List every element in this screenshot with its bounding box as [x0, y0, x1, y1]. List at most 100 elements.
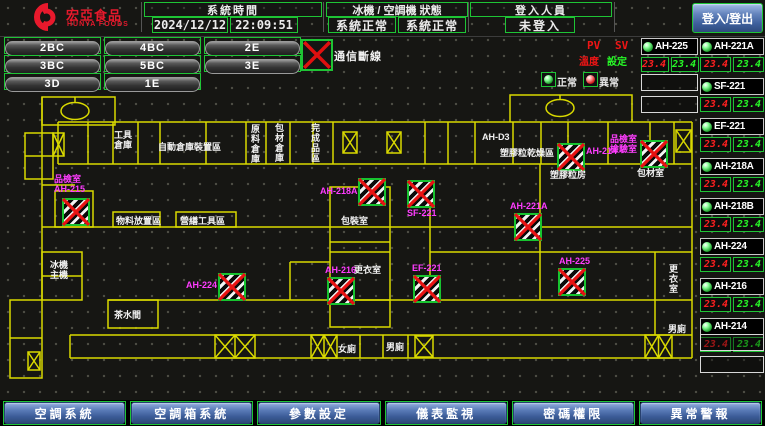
equipment-icon-comm-loss[interactable] — [327, 277, 355, 305]
plan-label: 完成品區 — [310, 123, 319, 163]
floor-buttons: 2BC 4BC 2E 3BC 5BC 3E 3D — [4, 37, 301, 90]
unit-name: AH-216 — [714, 281, 747, 292]
unit-row: AH-218A 23.4 23.4 — [700, 158, 764, 192]
unit-name: AH-221A — [714, 41, 754, 52]
plan-label: 更衣室 — [354, 265, 381, 275]
divider — [468, 2, 469, 32]
unit-row: AH-216 23.4 23.4 — [700, 278, 764, 312]
floor-button[interactable]: 3E — [205, 59, 300, 74]
unit-row: EF-221 23.4 23.4 — [700, 118, 764, 152]
comm-loss-x-icon — [412, 274, 442, 304]
unit-button[interactable]: AH-214 — [700, 318, 764, 335]
unit-pv-value: 23.4 — [700, 257, 731, 272]
plan-label: 物料放置區 — [116, 216, 161, 226]
unit-pv-value: 23.4 — [641, 57, 669, 72]
floor-button[interactable]: 2BC — [5, 41, 100, 56]
bottom-nav: 空調系統 空調箱系統 參數設定 儀表監視 密碼權限 異常警報 — [0, 400, 765, 426]
divider — [323, 2, 324, 32]
equipment-icon-comm-loss[interactable] — [413, 275, 441, 303]
nav-button[interactable]: 空調系統 — [4, 402, 125, 424]
nav-button[interactable]: 密碼權限 — [513, 402, 634, 424]
unit-column-right: AH-221A 23.4 23.4 SF-221 23.4 23.4 — [700, 38, 764, 358]
unit-button[interactable]: AH-216 — [700, 278, 764, 295]
plan-label: AH-D3 — [482, 132, 510, 142]
plan-label: 包材倉庫 — [274, 123, 283, 163]
unit-pv-value: 23.4 — [700, 97, 731, 112]
unit-name: SF-221 — [714, 81, 745, 92]
equipment-icon-comm-loss[interactable] — [62, 198, 90, 226]
unit-status-led-icon — [702, 42, 712, 52]
chiller-status-value: 系統正常 — [328, 17, 396, 33]
floor-button[interactable]: 5BC — [105, 59, 200, 74]
plan-label: 品檢室 AH-215 — [54, 174, 85, 194]
equipment-icon-comm-loss[interactable] — [358, 178, 386, 206]
nav-button[interactable]: 儀表監視 — [386, 402, 507, 424]
comm-loss-x-icon — [639, 139, 669, 169]
empty-slots-right — [700, 334, 764, 378]
hunya-logo-icon — [26, 2, 62, 37]
normal-legend-label: 正常 — [557, 74, 577, 89]
plan-label: SF-221 — [407, 208, 437, 218]
plan-label: 男廁 — [668, 324, 686, 334]
unit-row: SF-221 23.4 23.4 — [700, 78, 764, 112]
floor-button[interactable]: 3BC — [5, 59, 100, 74]
plan-label: 塑膠粒房 — [550, 170, 586, 180]
system-time-value: 22:09:51 — [230, 17, 298, 33]
unit-pv-value: 23.4 — [700, 297, 731, 312]
unit-status-led-icon — [702, 322, 712, 332]
plan-label: 冰機 主機 — [50, 260, 68, 280]
plan-label: AH-225 — [559, 256, 590, 266]
equipment-icon-comm-loss[interactable] — [218, 273, 246, 301]
unit-status-led-icon — [702, 202, 712, 212]
comm-loss-legend-label: 通信斷線 — [334, 48, 382, 64]
system-time-header: 系統時間 — [144, 2, 322, 17]
equipment-icon-comm-loss[interactable] — [640, 140, 668, 168]
nav-button[interactable]: 參數設定 — [258, 402, 379, 424]
nav-button[interactable]: 異常警報 — [640, 402, 761, 424]
system-date-value: 2024/12/12 — [152, 17, 228, 33]
unit-name: AH-225 — [655, 41, 688, 52]
floor-button[interactable]: 3D — [5, 77, 100, 92]
unit-sv-value: 23.4 — [733, 97, 764, 112]
equipment-icon-comm-loss[interactable] — [514, 213, 542, 241]
unit-sv-value: 23.4 — [733, 297, 764, 312]
unit-pv-value: 23.4 — [700, 57, 731, 72]
floor-button[interactable]: 4BC — [105, 41, 200, 56]
unit-button[interactable]: AH-224 — [700, 238, 764, 255]
login-logout-button[interactable]: 登入/登出 — [692, 3, 763, 33]
plan-label: 茶水間 — [114, 310, 141, 320]
plan-label: 塑膠粒乾燥區 — [500, 148, 554, 158]
equipment-icon-comm-loss[interactable] — [558, 268, 586, 296]
unit-button[interactable]: SF-221 — [700, 78, 764, 95]
unit-button[interactable]: AH-218A — [700, 158, 764, 175]
comm-loss-x-icon — [61, 197, 91, 227]
hmi-screen: 宏亞食品 HUNYA FOODS 系統時間 2024/12/12 22:09:5… — [0, 0, 765, 426]
unit-button[interactable]: AH-218B — [700, 198, 764, 215]
unit-status-led-icon — [702, 242, 712, 252]
unit-button[interactable]: EF-221 — [700, 118, 764, 135]
unit-sv-value: 23.4 — [733, 177, 764, 192]
plan-label: 自動倉庫裝置區 — [158, 142, 221, 152]
login-user-value: 未登入 — [505, 17, 575, 33]
plan-label: EF-221 — [412, 263, 442, 273]
unit-sv-value: 23.4 — [733, 217, 764, 232]
unit-column-left: AH-225 23.4 23.4 — [641, 38, 698, 78]
normal-led-icon — [541, 72, 556, 87]
ahu-status-value: 系統正常 — [398, 17, 466, 33]
unit-button[interactable]: AH-225 — [641, 38, 698, 55]
nav-button[interactable]: 空調箱系統 — [131, 402, 252, 424]
equipment-icon-comm-loss[interactable] — [407, 180, 435, 208]
unit-pv-value: 23.4 — [700, 217, 731, 232]
comm-loss-x-icon — [326, 276, 356, 306]
sv-name-label: 設定 — [607, 53, 627, 68]
floor-button[interactable]: 1E — [105, 77, 200, 92]
floor-button[interactable]: 2E — [205, 41, 300, 56]
pv-header: PV — [587, 39, 600, 52]
unit-name: AH-218B — [714, 201, 754, 212]
equipment-icon-comm-loss[interactable] — [557, 143, 585, 171]
plan-label: AH-218A — [320, 186, 358, 196]
unit-row: AH-218B 23.4 23.4 — [700, 198, 764, 232]
unit-button[interactable]: AH-221A — [700, 38, 764, 55]
comm-loss-x-icon — [556, 142, 586, 172]
comm-loss-x-icon — [406, 179, 436, 209]
